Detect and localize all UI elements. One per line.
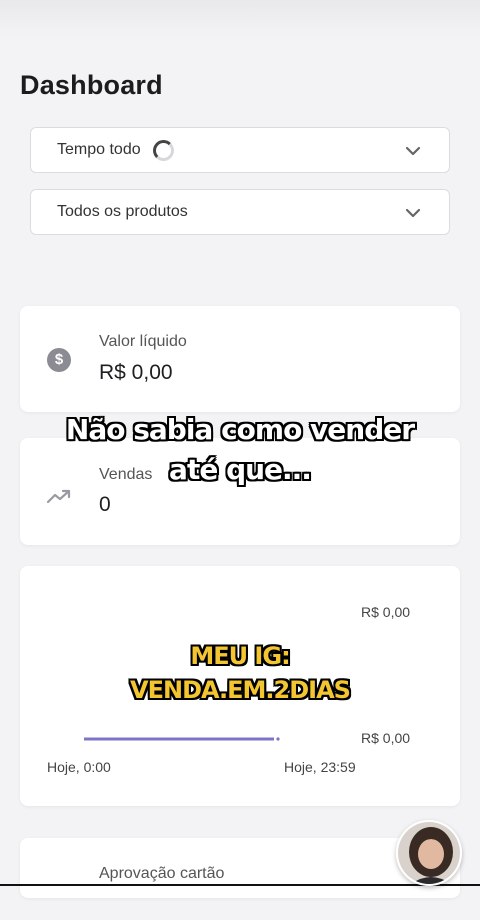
net-value-amount: R$ 0,00 [99, 361, 173, 384]
page-title: Dashboard [20, 70, 163, 100]
overlay-caption-line2: até que... [169, 453, 312, 486]
loading-spinner-icon [152, 139, 174, 161]
approval-label: Aprovação cartão [99, 865, 225, 882]
period-select[interactable]: Tempo todo [30, 127, 450, 173]
sales-count: 0 [99, 493, 111, 516]
x-tick-label-start: Hoje, 0:00 [47, 759, 111, 775]
x-tick-label-end: Hoje, 23:59 [284, 759, 356, 775]
chart-plot [84, 737, 280, 741]
overlay-promo-line1: MEU IG: [190, 642, 290, 670]
trending-up-icon [46, 489, 71, 504]
chevron-down-icon [405, 208, 421, 218]
y-tick-label-bottom: R$ 0,00 [361, 730, 411, 746]
avatar[interactable] [396, 820, 462, 886]
net-value-label: Valor líquido [99, 333, 187, 350]
period-select-value: Tempo todo [57, 141, 141, 158]
divider [0, 884, 480, 886]
status-bar [0, 0, 480, 36]
net-value-card: $ Valor líquido R$ 0,00 [20, 306, 460, 412]
overlay-promo-line2: VENDA.EM.2DIAS [130, 676, 351, 704]
product-select-value: Todos os produtos [57, 203, 188, 220]
dollar-circle-icon: $ [47, 348, 71, 372]
product-select[interactable]: Todos os produtos [30, 189, 450, 235]
series-end-point [276, 737, 280, 741]
card-approval: Aprovação cartão [20, 838, 460, 898]
overlay-caption-line1: Não sabia como vender [65, 413, 415, 446]
y-tick-label-top: R$ 0,00 [361, 604, 411, 620]
chevron-down-icon [405, 146, 421, 156]
